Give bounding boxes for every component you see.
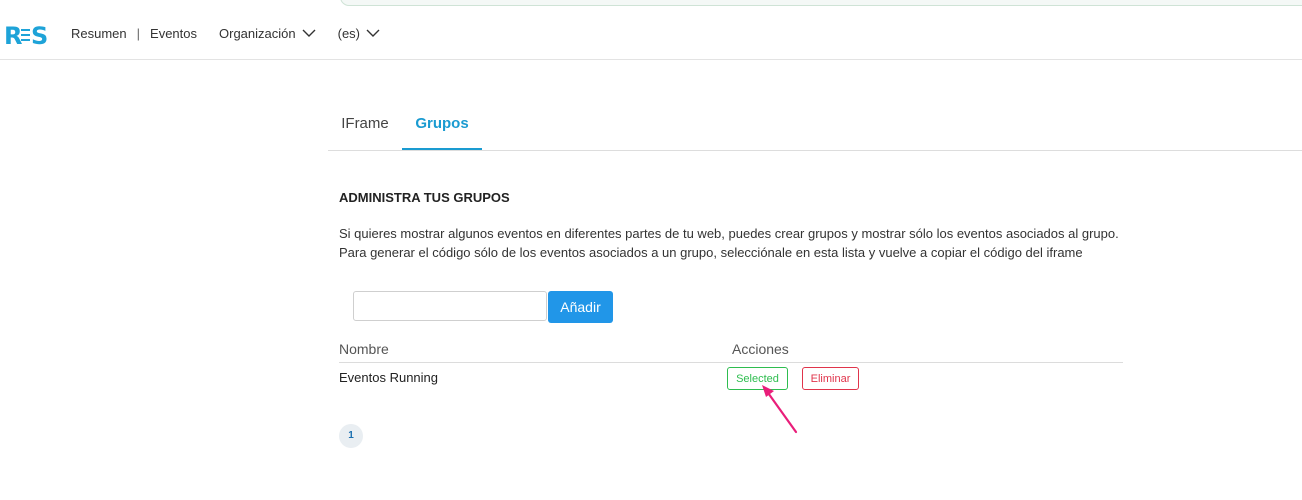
svg-text:S: S [31, 22, 48, 50]
table-row: Eventos Running Selected Eliminar [339, 363, 1123, 395]
group-name-cell: Eventos Running [339, 370, 439, 385]
chevron-down-icon [302, 29, 316, 37]
description-line-1: Si quieres mostrar algunos eventos en di… [339, 226, 1119, 241]
section-title: ADMINISTRA TUS GRUPOS [339, 190, 510, 205]
section-description: Si quieres mostrar algunos eventos en di… [339, 224, 1139, 262]
tab-grupos[interactable]: Grupos [402, 99, 482, 150]
tab-bar: IFrame Grupos [328, 99, 1302, 151]
main-nav: Resumen | Eventos Organización (es) [71, 10, 380, 57]
table-header: Nombre Acciones [339, 338, 1123, 363]
nav-language-dropdown[interactable]: (es) [338, 26, 380, 41]
groups-table: Nombre Acciones Eventos Running Selected… [339, 338, 1123, 395]
column-header-nombre: Nombre [339, 341, 389, 357]
nav-organizacion-dropdown[interactable]: Organización [219, 26, 316, 41]
nav-language-label: (es) [337, 26, 361, 41]
chevron-down-icon [366, 29, 380, 37]
browser-top-strip [0, 0, 1302, 10]
delete-button[interactable]: Eliminar [802, 367, 859, 390]
nav-eventos[interactable]: Eventos [150, 26, 197, 41]
column-header-acciones: Acciones [732, 341, 789, 357]
pagination-page-1[interactable]: 1 [339, 424, 363, 448]
address-bar-edge [340, 0, 1302, 6]
tab-iframe[interactable]: IFrame [328, 99, 402, 150]
group-name-input[interactable] [353, 291, 547, 321]
nav-separator: | [136, 26, 141, 41]
nav-organizacion-label: Organización [219, 26, 296, 41]
nav-resumen[interactable]: Resumen [71, 26, 127, 41]
logo-icon: R S [4, 22, 48, 50]
svg-text:R: R [4, 22, 22, 50]
annotation-arrow-icon [762, 385, 798, 434]
add-group-button[interactable]: Añadir [548, 291, 613, 323]
app-logo[interactable]: R S [4, 20, 52, 50]
top-navbar: R S Resumen | Eventos Organización (es) [0, 10, 1302, 60]
description-line-2: Para generar el código sólo de los event… [339, 245, 1083, 260]
